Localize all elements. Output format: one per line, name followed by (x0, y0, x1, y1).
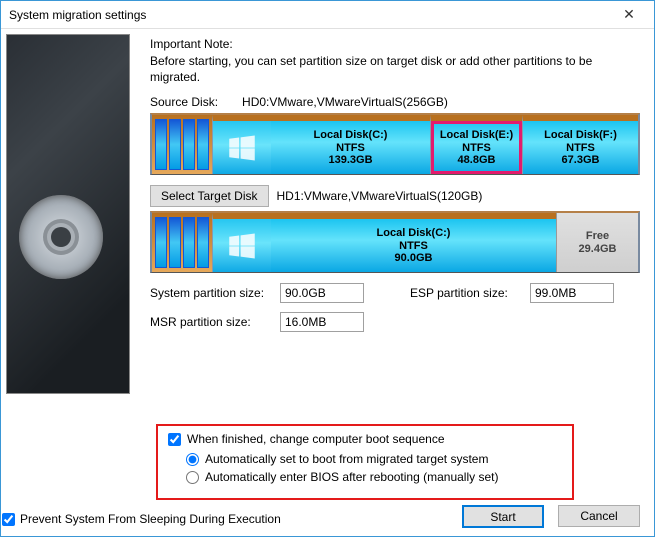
partition-fs: NTFS (399, 240, 428, 253)
boot-bios-label: Automatically enter BIOS after rebooting… (205, 470, 498, 484)
partition-name: Local Disk(F:) (544, 129, 617, 142)
source-disk-label: Source Disk: (150, 95, 218, 109)
titlebar: System migration settings ✕ (1, 1, 654, 29)
start-button[interactable]: Start (462, 505, 544, 528)
prevent-sleep-label: Prevent System From Sleeping During Exec… (20, 512, 281, 526)
cancel-button[interactable]: Cancel (558, 505, 640, 527)
partition-name: Local Disk(C:) (314, 129, 388, 142)
windows-logo-icon (213, 121, 271, 174)
source-partition-f[interactable]: Local Disk(F:) NTFS 67.3GB (522, 115, 638, 174)
boot-auto-radio[interactable] (186, 453, 199, 466)
sidebar: DISKGENIUS (1, 29, 136, 536)
esp-size-input[interactable] (530, 283, 614, 303)
boot-sequence-group: When finished, change computer boot sequ… (156, 424, 574, 500)
free-size: 29.4GB (579, 243, 617, 256)
partition-fs: NTFS (462, 142, 491, 155)
main-panel: Important Note: Before starting, you can… (136, 29, 654, 536)
source-disk-bar[interactable]: Local Disk(C:) NTFS 139.3GB Local Disk(E… (150, 113, 640, 175)
msr-size-input[interactable] (280, 312, 364, 332)
esp-size-label: ESP partition size: (410, 286, 530, 300)
boot-bios-radio[interactable] (186, 471, 199, 484)
msr-size-label: MSR partition size: (150, 315, 280, 329)
window-title: System migration settings (9, 8, 610, 22)
partition-size: 67.3GB (562, 154, 600, 167)
partition-fs: NTFS (566, 142, 595, 155)
note-body: Before starting, you can set partition s… (150, 53, 640, 85)
system-size-label: System partition size: (150, 286, 280, 300)
change-boot-label: When finished, change computer boot sequ… (187, 432, 445, 446)
change-boot-checkbox[interactable] (168, 433, 181, 446)
target-free-space[interactable]: Free 29.4GB (556, 213, 638, 272)
system-size-input[interactable] (280, 283, 364, 303)
boot-auto-label: Automatically set to boot from migrated … (205, 452, 488, 466)
source-partition-e[interactable]: Local Disk(E:) NTFS 48.8GB (430, 115, 522, 174)
target-disk-name: HD1:VMware,VMwareVirtualS(120GB) (277, 189, 483, 203)
partition-name: Local Disk(C:) (377, 227, 451, 240)
free-label: Free (586, 230, 609, 243)
source-disk-name: HD0:VMware,VMwareVirtualS(256GB) (242, 95, 448, 109)
windows-logo-icon (213, 219, 271, 272)
partition-name: Local Disk(E:) (440, 129, 513, 142)
prevent-sleep-checkbox[interactable] (2, 513, 15, 526)
target-disk-bar[interactable]: Local Disk(C:) NTFS 90.0GB Free 29.4GB (150, 211, 640, 273)
close-button[interactable]: ✕ (610, 4, 648, 26)
source-partition-c[interactable]: Local Disk(C:) NTFS 139.3GB (212, 115, 430, 174)
reserved-partitions-icon (152, 213, 212, 272)
hdd-illustration: DISKGENIUS (6, 34, 130, 394)
note-title: Important Note: (150, 37, 640, 51)
target-partition-c[interactable]: Local Disk(C:) NTFS 90.0GB (212, 213, 556, 272)
partition-fs: NTFS (336, 142, 365, 155)
partition-size: 90.0GB (395, 252, 433, 265)
partition-size: 48.8GB (458, 154, 496, 167)
select-target-disk-button[interactable]: Select Target Disk (150, 185, 269, 207)
system-migration-dialog: System migration settings ✕ DISKGENIUS I… (0, 0, 655, 537)
partition-size: 139.3GB (328, 154, 372, 167)
reserved-partitions-icon (152, 115, 212, 174)
